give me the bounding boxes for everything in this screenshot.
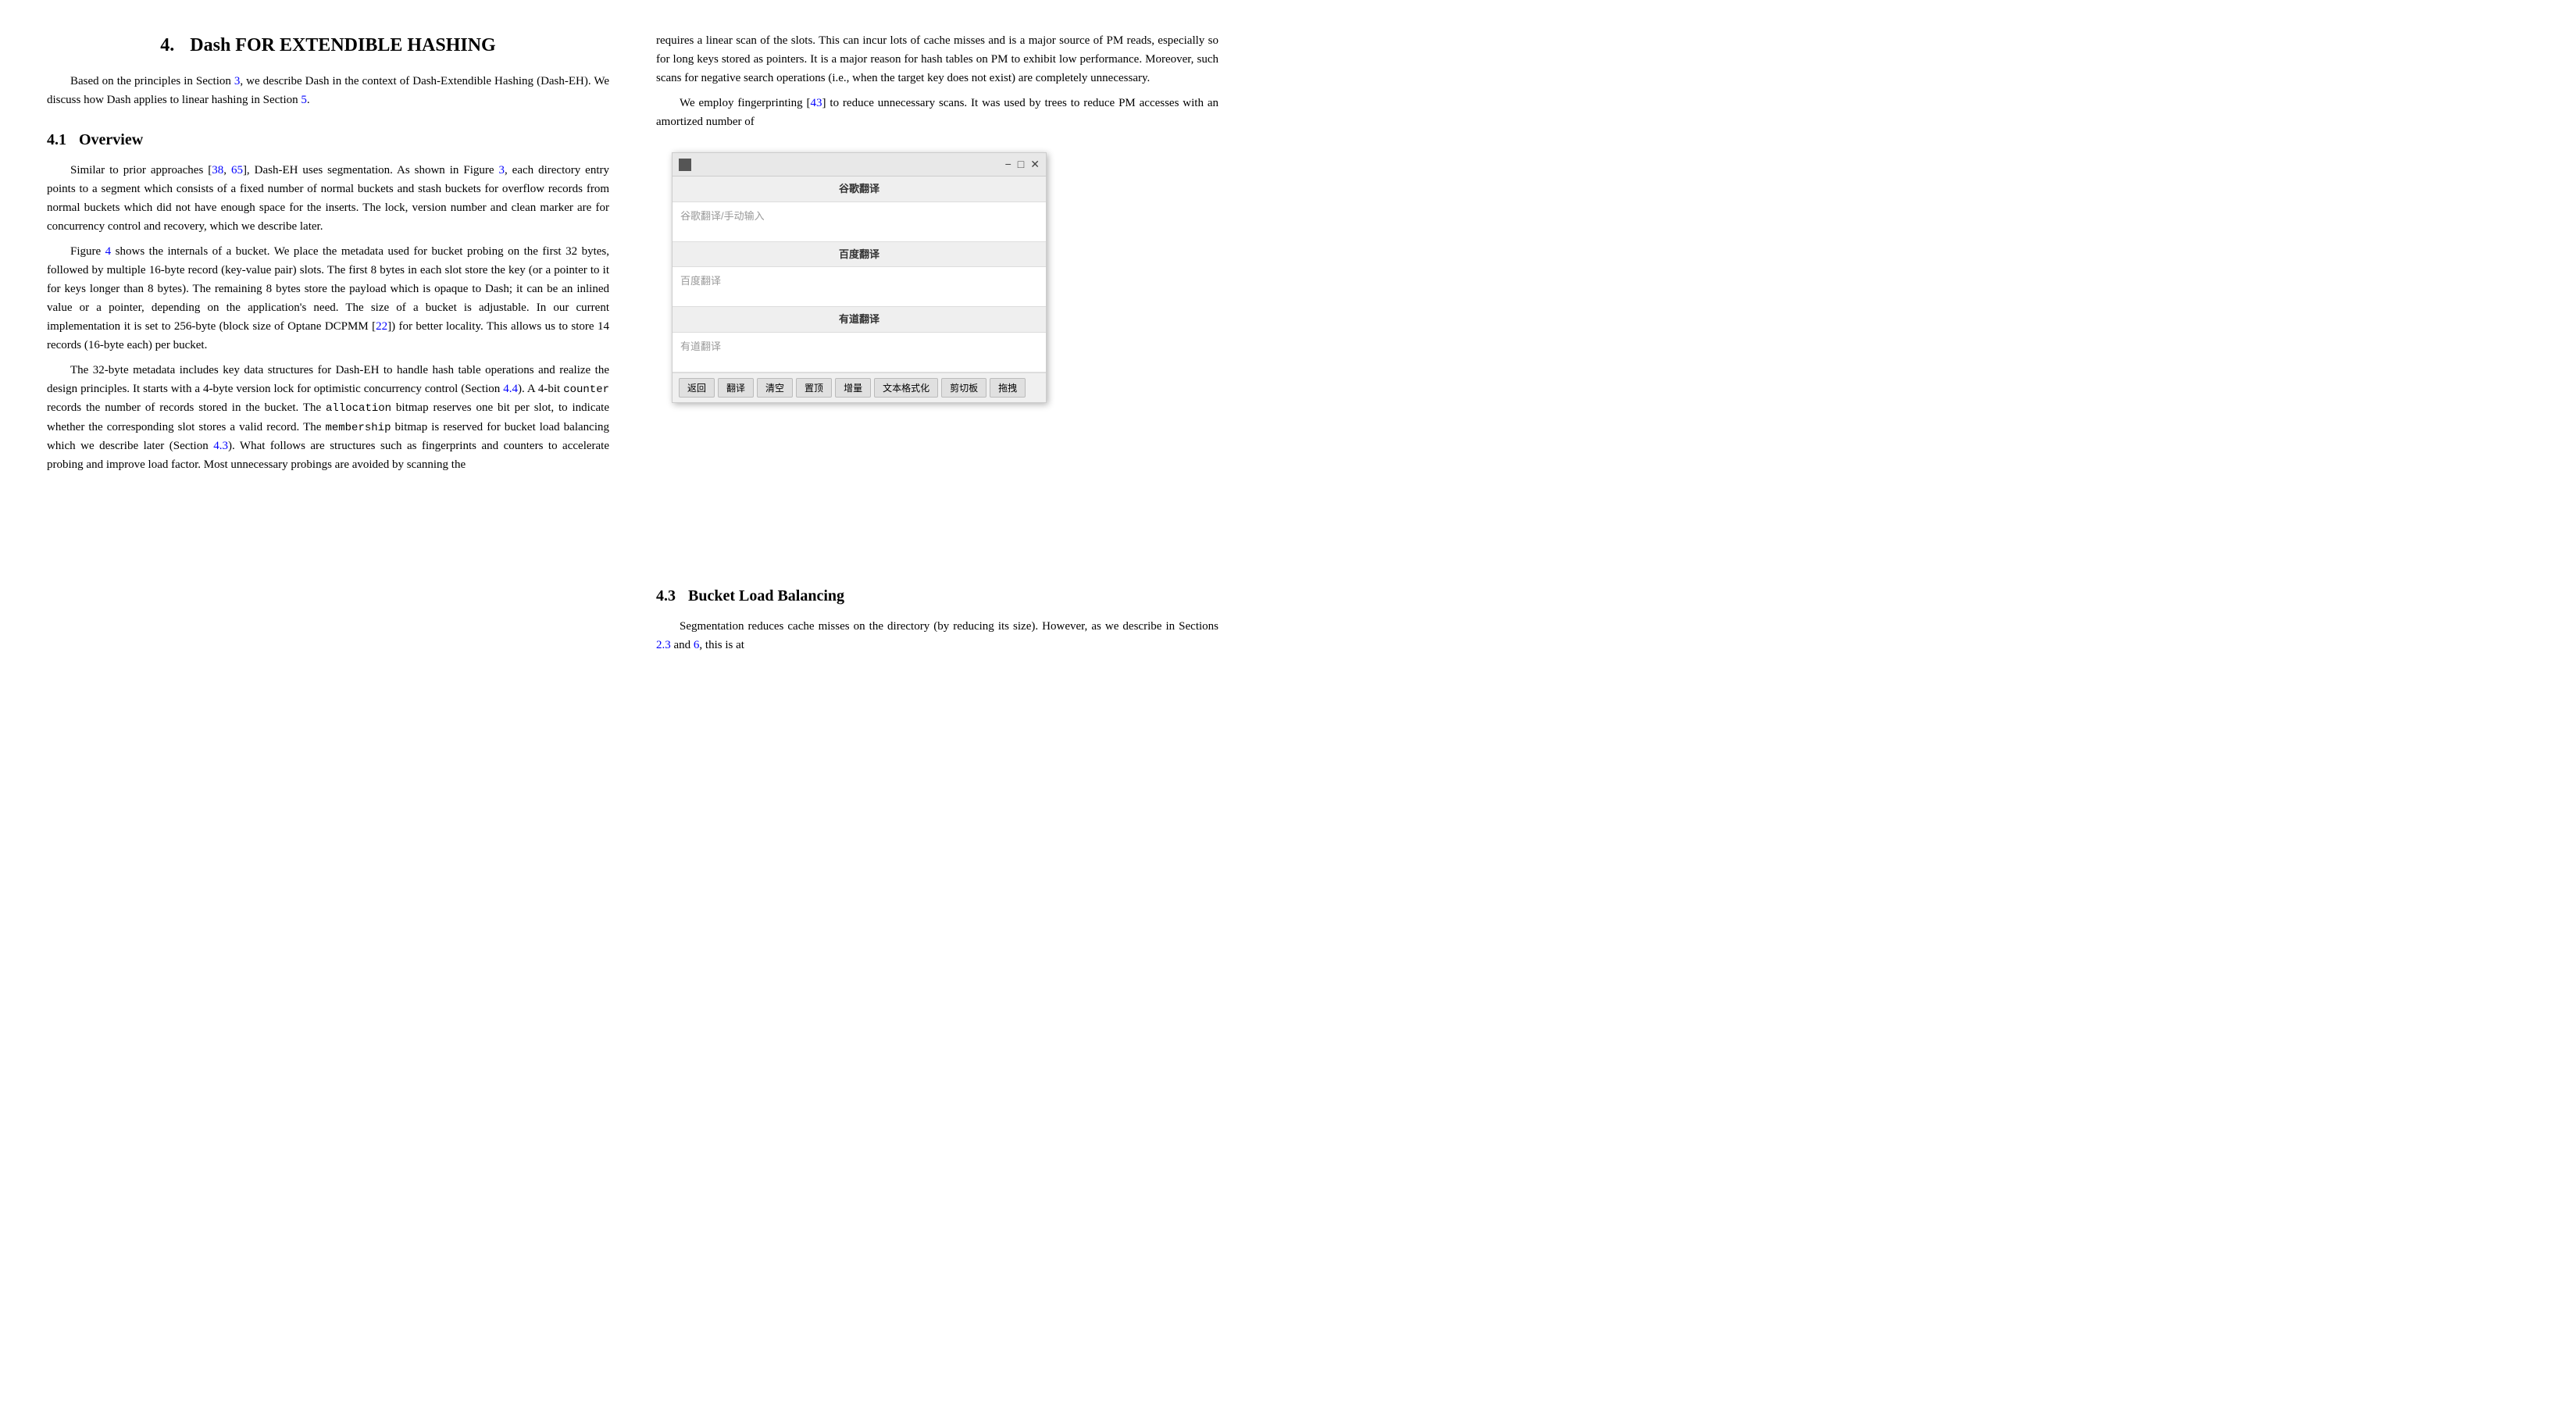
ref-38[interactable]: 38 bbox=[212, 164, 223, 177]
baidu-translate-header: 百度翻译 bbox=[673, 242, 1046, 268]
google-translate-header: 谷歌翻译 bbox=[673, 177, 1046, 202]
clear-button[interactable]: 清空 bbox=[757, 378, 793, 398]
section4-number: 4. bbox=[160, 35, 174, 55]
section41-para3: The 32-byte metadata includes key data s… bbox=[47, 361, 609, 474]
popup-footer: 返回 翻译 清空 置顶 增量 文本格式化 剪切板 拖拽 bbox=[673, 373, 1046, 402]
ref-43[interactable]: 4.3 bbox=[213, 440, 228, 452]
section41-para2: Figure 4 shows the internals of a bucket… bbox=[47, 242, 609, 355]
clipboard-button[interactable]: 剪切板 bbox=[941, 378, 987, 398]
popup-titlebar-controls[interactable]: − □ ✕ bbox=[1005, 156, 1040, 173]
left-column: 4. Dash FOR EXTENDIBLE HASHING Based on t… bbox=[47, 31, 609, 1392]
section43-number: 4.3 bbox=[656, 587, 676, 605]
popup-titlebar-left bbox=[679, 159, 691, 171]
translation-popup: − □ ✕ 谷歌翻译 谷歌翻译/手动输入 百度翻译 百度翻译 有道翻译 有道翻译 bbox=[672, 152, 1047, 403]
section41-title: 4.1 Overview bbox=[47, 128, 609, 152]
ref-44[interactable]: 4.4 bbox=[503, 383, 518, 395]
minimize-icon[interactable]: − bbox=[1005, 156, 1011, 173]
ref-23[interactable]: 2.3 bbox=[656, 639, 671, 651]
ref-section3[interactable]: 3 bbox=[234, 75, 241, 87]
baidu-translate-input[interactable]: 百度翻译 bbox=[673, 267, 1046, 306]
section41-text: Overview bbox=[79, 131, 143, 148]
google-translate-section: 谷歌翻译 谷歌翻译/手动输入 bbox=[673, 177, 1046, 242]
section4-para1: Based on the principles in Section 3, we… bbox=[47, 72, 609, 109]
right-para-top2: We employ fingerprinting [43] to reduce … bbox=[656, 94, 1218, 131]
google-translate-input[interactable]: 谷歌翻译/手动输入 bbox=[673, 202, 1046, 241]
right-column: requires a linear scan of the slots. Thi… bbox=[656, 31, 1218, 1392]
ref-6[interactable]: 6 bbox=[694, 639, 700, 651]
close-icon[interactable]: ✕ bbox=[1030, 156, 1040, 173]
ref-fig4[interactable]: 4 bbox=[105, 245, 112, 258]
counter-code: counter bbox=[563, 383, 609, 396]
popup-app-icon bbox=[679, 159, 691, 171]
youdao-translate-header: 有道翻译 bbox=[673, 307, 1046, 333]
section41-para1: Similar to prior approaches [38, 65], Da… bbox=[47, 161, 609, 236]
back-button[interactable]: 返回 bbox=[679, 378, 715, 398]
drag-button[interactable]: 拖拽 bbox=[990, 378, 1026, 398]
ref-43-right[interactable]: 43 bbox=[811, 97, 822, 109]
section43-para1: Segmentation reduces cache misses on the… bbox=[656, 617, 1218, 654]
section4-text: Dash FOR EXTENDIBLE HASHING bbox=[190, 35, 495, 55]
ref-fig3[interactable]: 3 bbox=[498, 164, 505, 177]
section41-number: 4.1 bbox=[47, 131, 66, 148]
text-format-button[interactable]: 文本格式化 bbox=[874, 378, 938, 398]
ref-section5[interactable]: 5 bbox=[301, 94, 307, 106]
section43-title: 4.3 Bucket Load Balancing bbox=[656, 584, 1218, 608]
section4-title: 4. Dash FOR EXTENDIBLE HASHING bbox=[47, 31, 609, 59]
ref-65[interactable]: 65 bbox=[231, 164, 243, 177]
ref-22[interactable]: 22 bbox=[376, 320, 387, 333]
right-para-top1: requires a linear scan of the slots. Thi… bbox=[656, 31, 1218, 87]
section43-text: Bucket Load Balancing bbox=[688, 587, 844, 605]
restore-icon[interactable]: □ bbox=[1018, 156, 1024, 173]
increase-button[interactable]: 增量 bbox=[835, 378, 871, 398]
membership-code: membership bbox=[325, 422, 391, 434]
translate-button[interactable]: 翻译 bbox=[718, 378, 754, 398]
youdao-translate-section: 有道翻译 有道翻译 bbox=[673, 307, 1046, 373]
right-lower-content: 4.3 Bucket Load Balancing Segmentation re… bbox=[656, 584, 1218, 654]
popup-titlebar: − □ ✕ bbox=[673, 153, 1046, 177]
allocation-code: allocation bbox=[326, 402, 391, 415]
youdao-translate-input[interactable]: 有道翻译 bbox=[673, 333, 1046, 372]
baidu-translate-section: 百度翻译 百度翻译 bbox=[673, 242, 1046, 308]
top-button[interactable]: 置顶 bbox=[796, 378, 832, 398]
